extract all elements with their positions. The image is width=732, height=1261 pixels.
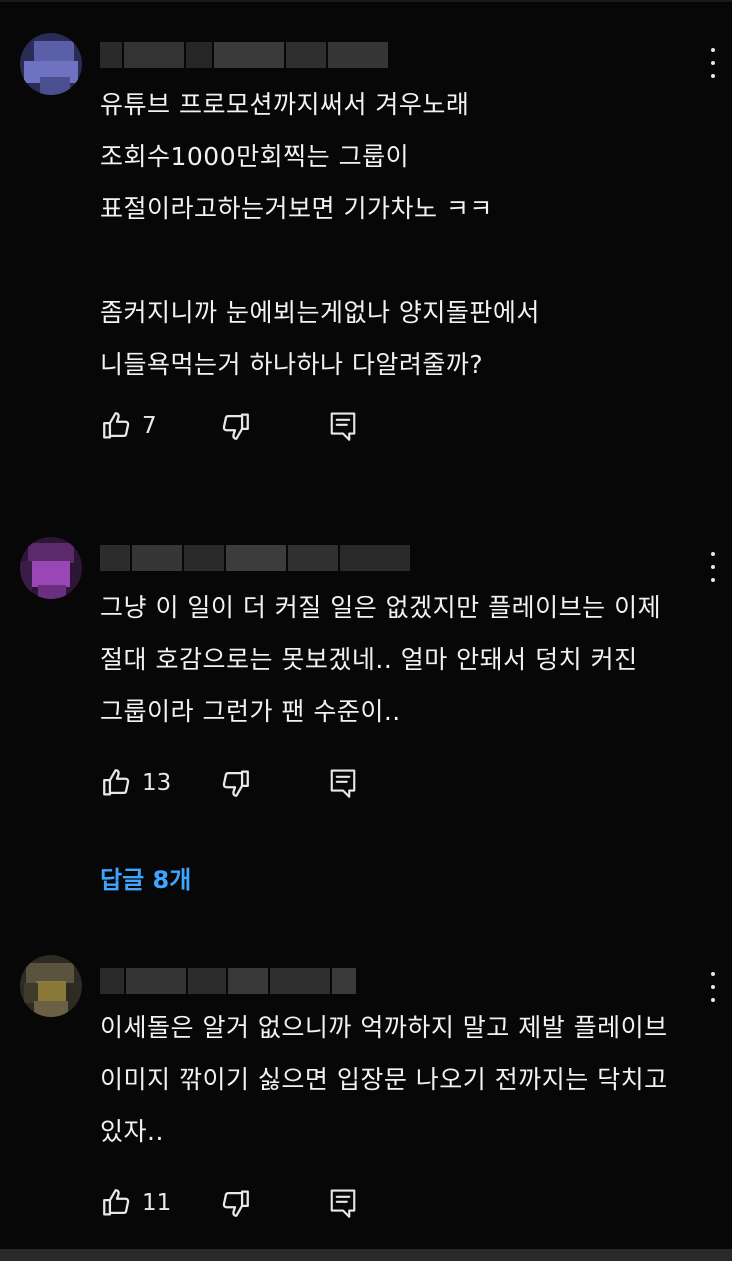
avatar[interactable] [20, 955, 82, 1017]
like-button[interactable]: 11 [100, 1185, 171, 1221]
top-edge [0, 0, 732, 2]
reply-icon [330, 1189, 356, 1218]
thumbs-down-icon [222, 1190, 249, 1217]
thumbs-up-icon [103, 1189, 130, 1216]
dislike-button[interactable] [218, 1185, 252, 1221]
reply-button[interactable] [328, 408, 358, 444]
thumbs-down-icon [222, 770, 249, 797]
thumbs-up-icon [103, 769, 130, 796]
more-options-button[interactable] [706, 972, 720, 1002]
thumbs-down-icon [222, 413, 249, 440]
avatar[interactable] [20, 537, 82, 599]
author-name-blurred[interactable] [100, 42, 388, 68]
reply-button[interactable] [328, 1185, 358, 1221]
more-options-button[interactable] [706, 552, 720, 582]
more-vert-icon [711, 972, 715, 976]
more-vert-icon [711, 552, 715, 556]
comment-text: 그냥 이 일이 더 커질 일은 없겠지만 플레이브는 이제 절대 호감으로는 못… [100, 593, 662, 726]
comment-text: 이세돌은 알거 없으니까 억까하지 말고 제발 플레이브 이미지 깎이기 싫으면… [100, 1013, 668, 1146]
like-button[interactable]: 7 [100, 408, 157, 444]
author-name-blurred[interactable] [100, 968, 356, 994]
bottom-bar [0, 1249, 732, 1261]
avatar[interactable] [20, 33, 82, 95]
comment-text: 유튜브 프로모션까지써서 겨우노래 조회수1000만회찍는 그룹이 표절이라고하… [100, 90, 540, 379]
reply-icon [330, 769, 356, 798]
comment-actions: 13 [100, 765, 400, 801]
comment-actions: 11 [100, 1185, 400, 1221]
like-count: 11 [142, 1190, 172, 1216]
dislike-button[interactable] [218, 765, 252, 801]
comments-screen: 유튜브 프로모션까지써서 겨우노래 조회수1000만회찍는 그룹이 표절이라고하… [0, 0, 732, 1261]
view-replies-link[interactable]: 답글 8개 [100, 860, 191, 895]
dislike-button[interactable] [218, 408, 252, 444]
like-count: 7 [142, 413, 157, 439]
more-vert-icon [711, 48, 715, 52]
like-count: 13 [142, 770, 172, 796]
reply-icon [330, 412, 356, 441]
more-options-button[interactable] [706, 48, 720, 78]
like-button[interactable]: 13 [100, 765, 171, 801]
comment-actions: 7 [100, 408, 400, 444]
thumbs-up-icon [103, 412, 130, 439]
author-name-blurred[interactable] [100, 545, 410, 571]
reply-button[interactable] [328, 765, 358, 801]
